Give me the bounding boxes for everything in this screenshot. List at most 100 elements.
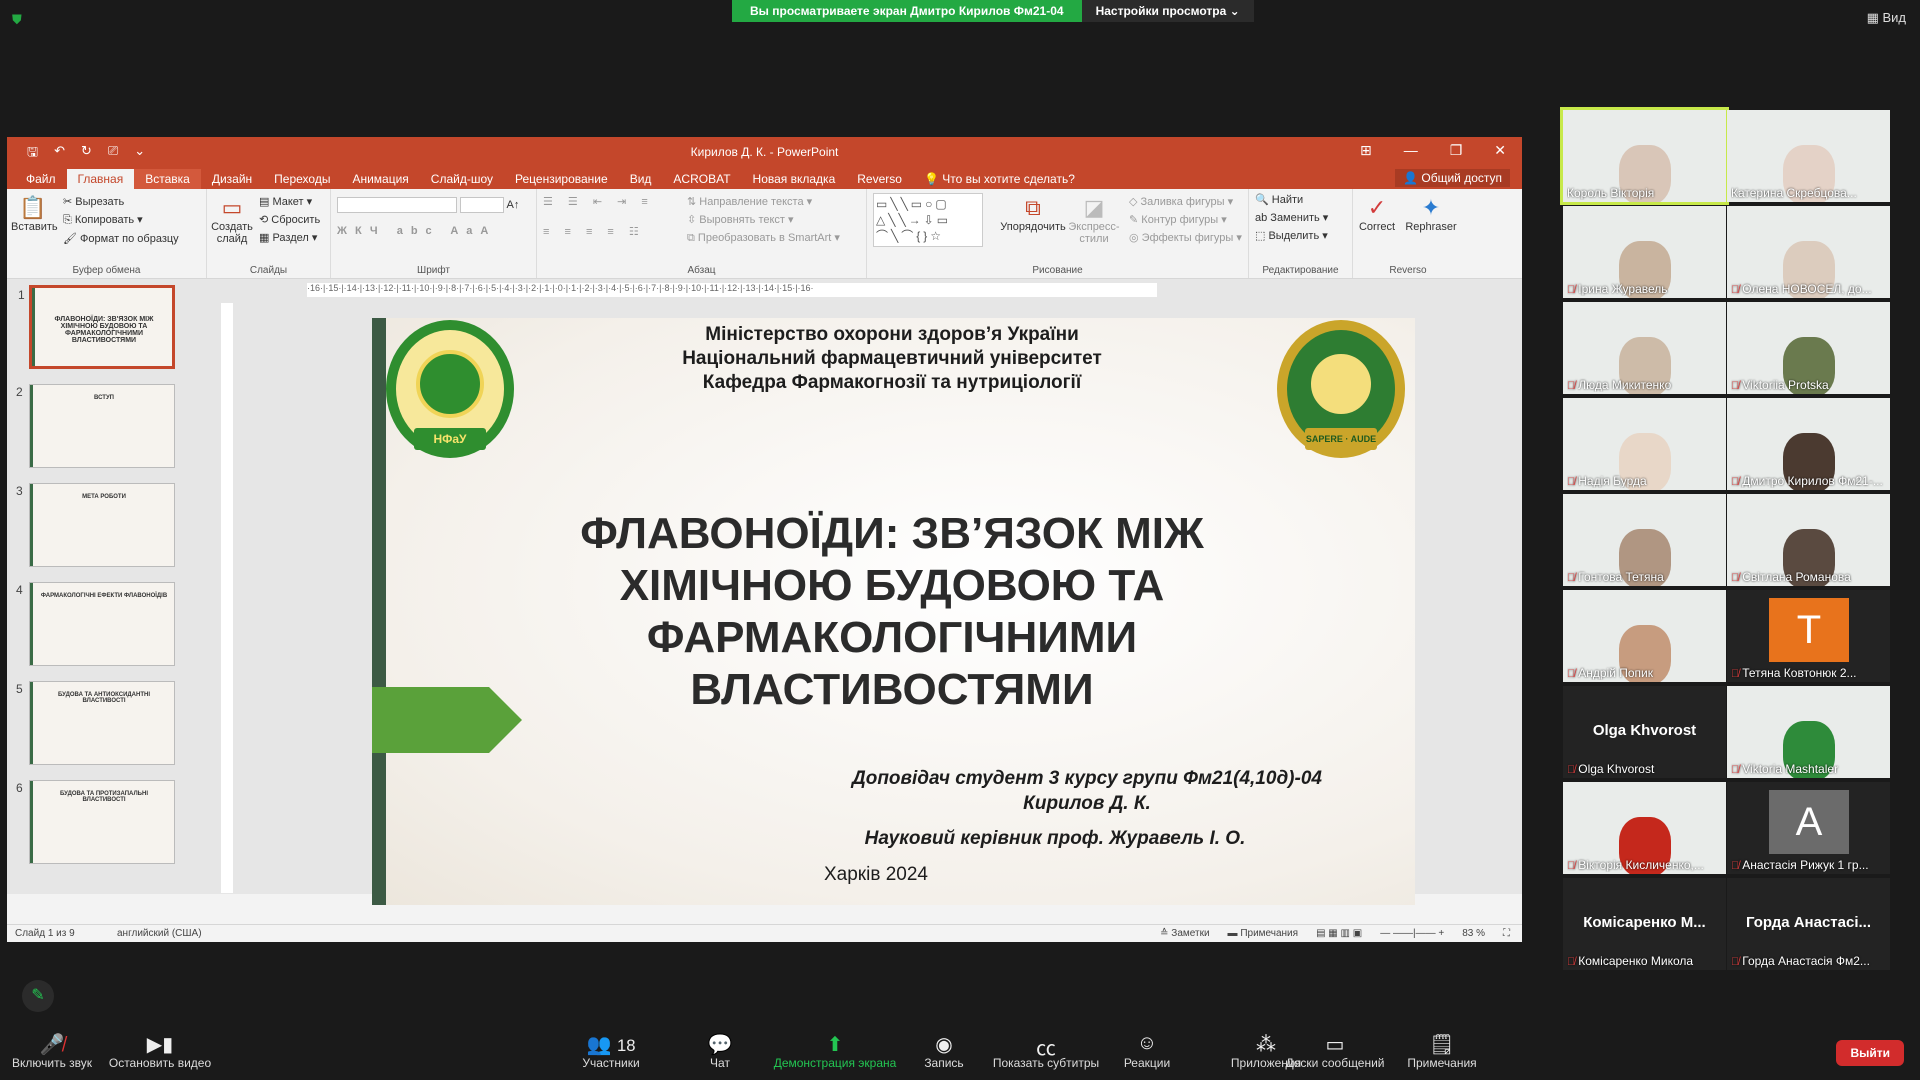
- new-slide-button[interactable]: ▭ Создать слайд: [209, 193, 255, 245]
- smartart-button[interactable]: ⧉ Преобразовать в SmartArt ▾: [687, 231, 840, 245]
- participant-tile[interactable]: Комісаренко М... 🎙̸ Комісаренко Микола: [1563, 878, 1726, 970]
- text-direction-button[interactable]: ⇅ Направление текста ▾: [687, 195, 840, 208]
- tab-slideshow[interactable]: Слайд-шоу: [420, 169, 504, 189]
- tab-review[interactable]: Рецензирование: [504, 169, 619, 189]
- ribbon-display-icon[interactable]: ⊞: [1360, 142, 1372, 159]
- layout-button[interactable]: ▤ Макет ▾: [259, 195, 320, 208]
- section-button[interactable]: ▦ Раздел ▾: [259, 231, 320, 244]
- notes-button[interactable]: ≙ Заметки: [1160, 928, 1209, 939]
- arrange-button[interactable]: ⧉ Упорядочить: [999, 193, 1067, 233]
- participants-button[interactable]: 👥 18 Участники: [574, 1032, 648, 1070]
- participant-tile[interactable]: 🎙̸ Світлана Романова: [1727, 494, 1890, 586]
- participant-tile[interactable]: Горда Анастасі... 🎙̸ Горда Анастасія Фм2..…: [1727, 878, 1890, 970]
- replace-button[interactable]: ab Заменить ▾: [1255, 211, 1346, 224]
- stop-video-button[interactable]: ▶▮ Остановить видео: [106, 1032, 214, 1070]
- whiteboards-button[interactable]: ▭ Доски сообщений: [1282, 1032, 1388, 1070]
- tab-animations[interactable]: Анимация: [341, 169, 419, 189]
- participant-name: 🎙̸ Андрій Попик: [1567, 666, 1654, 680]
- share-screen-button[interactable]: ⬆ Демонстрация экрана: [770, 1032, 900, 1070]
- annotate-pen-icon[interactable]: ✎: [22, 980, 54, 1012]
- participant-tile[interactable]: 🎙̸ Вікторія Кисличенко,...: [1563, 782, 1726, 874]
- reactions-button[interactable]: ☺ Реакции: [1122, 1032, 1172, 1070]
- thumbnail-slide-2[interactable]: 2 ВСТУП: [16, 384, 175, 468]
- thumb-bar: [30, 781, 33, 863]
- tab-file[interactable]: Файл: [15, 169, 67, 189]
- font-size-select[interactable]: [460, 197, 505, 213]
- restore-icon[interactable]: ❐: [1450, 142, 1463, 159]
- participant-tile[interactable]: Король Вікторія: [1560, 107, 1729, 205]
- record-button[interactable]: ◉ Запись: [920, 1032, 968, 1070]
- fit-slide-icon[interactable]: ⛶: [1503, 928, 1510, 939]
- view-settings-button[interactable]: Настройки просмотра ⌄: [1081, 0, 1254, 22]
- thumbnail-slide-4[interactable]: 4 ФАРМАКОЛОГІЧНІ ЕФЕКТИ ФЛАВОНОЇДІВ: [16, 582, 175, 666]
- participant-tile[interactable]: 🎙̸ Дмитро Кирилов Фм21-...: [1727, 398, 1890, 490]
- cut-button[interactable]: ✂ Вырезать: [63, 195, 179, 208]
- zoom-level[interactable]: 83 %: [1462, 928, 1485, 939]
- tab-view[interactable]: Вид: [619, 169, 663, 189]
- shape-outline-button[interactable]: ✎ Контур фигуры ▾: [1129, 213, 1242, 226]
- tab-transitions[interactable]: Переходы: [263, 169, 341, 189]
- quick-styles-button[interactable]: ◪ Экспресс-стили: [1065, 193, 1123, 245]
- share-button[interactable]: 👤 Общий доступ: [1395, 169, 1510, 187]
- unmute-button[interactable]: 🎤̸ Включить звук: [10, 1032, 94, 1070]
- list-icons[interactable]: ☰ ☰ ⇤ ⇥ ≡: [543, 195, 654, 208]
- thumbnail-slide-1[interactable]: 1 ФЛАВОНОЇДИ: ЗВ'ЯЗОК МІЖ ХІМІЧНОЮ БУДОВО…: [18, 285, 175, 369]
- slide-thumbnails-pane[interactable]: 1 ФЛАВОНОЇДИ: ЗВ'ЯЗОК МІЖ ХІМІЧНОЮ БУДОВО…: [7, 279, 207, 894]
- thumbnail-slide-6[interactable]: 6 БУДОВА ТА ПРОТИЗАПАЛЬНІ ВЛАСТИВОСТІ: [16, 780, 175, 864]
- language-status[interactable]: английский (США): [117, 928, 202, 939]
- reset-button[interactable]: ⟲ Сбросить: [259, 213, 320, 226]
- status-bar: Слайд 1 из 9 английский (США) ≙ Заметки …: [7, 924, 1522, 942]
- grow-font-icon[interactable]: A↑: [507, 199, 520, 211]
- participant-tile[interactable]: 🎙̸ Viktoriia Protska: [1727, 302, 1890, 394]
- participant-tile[interactable]: Катерина Скребцова...: [1727, 110, 1890, 202]
- font-family-select[interactable]: [337, 197, 457, 213]
- close-icon[interactable]: ✕: [1494, 142, 1506, 159]
- tell-me-search[interactable]: 💡 Что вы хотите сделать?: [913, 169, 1086, 189]
- align-text-button[interactable]: ⇳ Выровнять текст ▾: [687, 213, 840, 226]
- tab-new[interactable]: Новая вкладка: [742, 169, 847, 189]
- participant-tile[interactable]: 🎙̸ Андрій Попик: [1563, 590, 1726, 682]
- correct-button[interactable]: ✓ Correct: [1355, 193, 1399, 233]
- slide-canvas[interactable]: НФаУ SAPERE · AUDE Міністерство охорони …: [372, 318, 1415, 905]
- shapes-gallery[interactable]: ▭╲╲▭○▢ △╲╲→⇩▭ ⌒╲⌒{}☆: [873, 193, 983, 247]
- participant-tile[interactable]: Olga Khvorost 🎙̸ Olga Khvorost: [1563, 686, 1726, 778]
- tab-reverso[interactable]: Reverso: [846, 169, 913, 189]
- align-icons[interactable]: ≡ ≡ ≡ ≡ ☷: [543, 225, 645, 238]
- captions-button[interactable]: ㏄ Показать субтитры: [990, 1032, 1102, 1070]
- view-button[interactable]: ▦ Вид: [1867, 10, 1906, 26]
- tab-home[interactable]: Главная: [66, 169, 135, 189]
- find-button[interactable]: 🔍 Найти: [1255, 193, 1346, 206]
- participant-tile[interactable]: 🎙̸ Гонтова Тетяна: [1563, 494, 1726, 586]
- font-format-icons[interactable]: ЖКЧ abc AaA: [337, 225, 530, 237]
- leave-button[interactable]: Выйти: [1836, 1040, 1904, 1066]
- participant-tile[interactable]: 🎙̸ Олена НОВОСЕЛ, до...: [1727, 206, 1890, 298]
- participant-tile[interactable]: 🎙̸ Надія Бурда: [1563, 398, 1726, 490]
- rephraser-button[interactable]: ✦ Rephraser: [1403, 193, 1459, 233]
- format-painter-button[interactable]: 🖌 Формат по образцу: [63, 232, 179, 245]
- department-logo: НФаУ: [386, 320, 514, 458]
- participant-tile[interactable]: 🎙̸ Viktoria Mashtaler: [1727, 686, 1890, 778]
- participant-tile[interactable]: T 🎙̸ Тетяна Ковтонюк 2...: [1727, 590, 1890, 682]
- participant-tile[interactable]: 🎙̸ Ірина Журавель: [1563, 206, 1726, 298]
- thumbnail-slide-3[interactable]: 3 МЕТА РОБОТИ: [16, 483, 175, 567]
- comments-button[interactable]: ▬ Примечания: [1228, 928, 1299, 939]
- paste-button[interactable]: 📋 Вставить: [11, 193, 58, 233]
- notes-button[interactable]: 🗒 Примечания: [1404, 1032, 1480, 1070]
- zoom-slider[interactable]: — ——|—— +: [1380, 928, 1444, 939]
- shape-effects-button[interactable]: ◎ Эффекты фигуры ▾: [1129, 231, 1242, 244]
- tab-insert[interactable]: Вставка: [134, 169, 201, 189]
- minimize-icon[interactable]: —: [1404, 142, 1418, 159]
- participant-name: 🎙̸ Комісаренко Микола: [1567, 954, 1694, 968]
- security-shield-icon[interactable]: ⛊: [12, 12, 26, 27]
- select-button[interactable]: ⬚ Выделить ▾: [1255, 229, 1346, 242]
- chat-button[interactable]: 💬 Чат: [700, 1032, 740, 1070]
- view-mode-icons[interactable]: ▤ ▦ ▥ ▣: [1316, 928, 1362, 939]
- shape-fill-button[interactable]: ◇ Заливка фигуры ▾: [1129, 195, 1242, 208]
- participant-tile[interactable]: 🎙̸ Люда Микитенко: [1563, 302, 1726, 394]
- copy-button[interactable]: ⎘ Копировать ▾: [63, 213, 179, 227]
- thumb-num: 4: [16, 583, 23, 597]
- participant-tile[interactable]: A 🎙̸ Анастасія Рижук 1 гр...: [1727, 782, 1890, 874]
- tab-acrobat[interactable]: ACROBAT: [662, 169, 741, 189]
- tab-design[interactable]: Дизайн: [201, 169, 263, 189]
- thumbnail-slide-5[interactable]: 5 БУДОВА ТА АНТИОКСИДАНТНІ ВЛАСТИВОСТІ: [16, 681, 175, 765]
